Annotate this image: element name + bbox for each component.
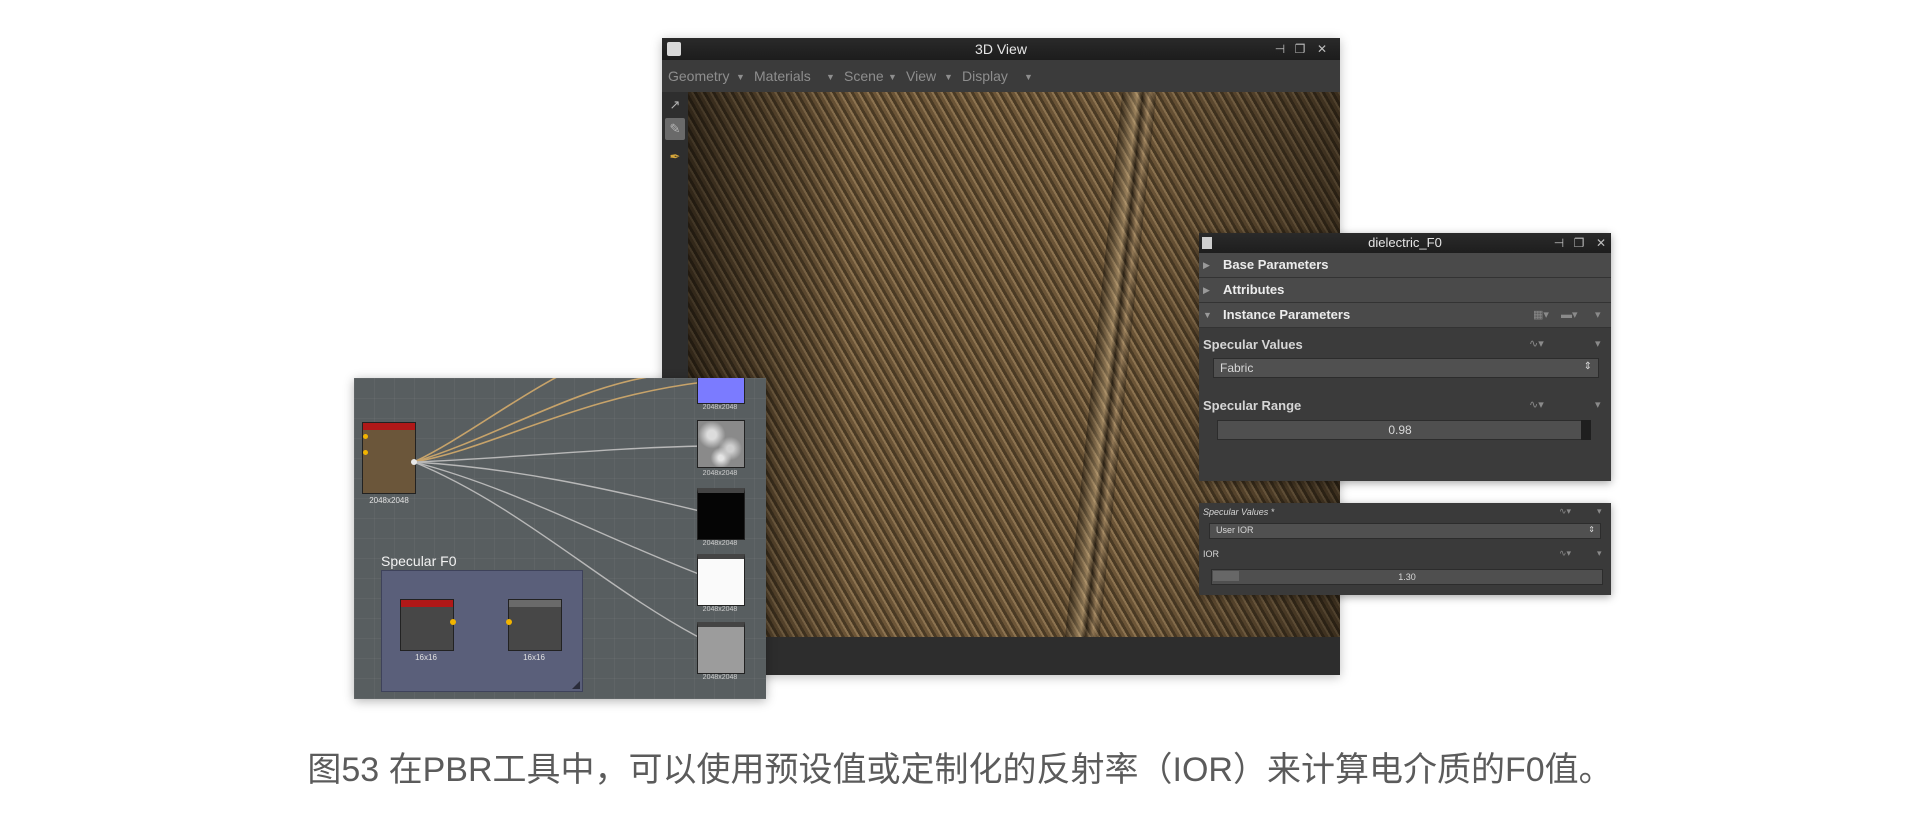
resize-handle[interactable] <box>572 681 580 689</box>
chevron-down-icon[interactable]: ▼ <box>944 61 953 93</box>
curve-icon[interactable]: ∿▾ <box>1529 337 1544 350</box>
fabric-material-node[interactable] <box>362 422 416 494</box>
section-label: Instance Parameters <box>1223 307 1351 322</box>
output-port[interactable] <box>411 459 417 465</box>
external-link-icon[interactable]: ↗ <box>665 94 685 116</box>
close-icon[interactable]: ✕ <box>1593 232 1609 254</box>
section-instance-parameters[interactable]: ▼ Instance Parameters ▦▾ ▬▾ ▾ <box>1199 303 1611 328</box>
dielectric-f0-panel: dielectric_F0 ⊣ ❐ ✕ ▶ Base Parameters ▶ … <box>1199 233 1611 481</box>
menu-scene[interactable]: Scene <box>844 60 884 92</box>
frame-title: Specular F0 <box>381 553 457 569</box>
specular-f0-frame[interactable]: 16x16 16x16 <box>381 570 583 692</box>
frame-node-caption: 16x16 <box>415 653 437 662</box>
3d-view-titlebar[interactable]: 3D View ⊣ ❐ ✕ <box>662 38 1340 60</box>
slider-value: 0.98 <box>1388 423 1412 437</box>
section-base-parameters[interactable]: ▶ Base Parameters <box>1199 253 1611 278</box>
specular-values-label: Specular Values <box>1203 337 1303 352</box>
noise-map-node[interactable] <box>697 420 745 468</box>
ior-slider-fill <box>1213 571 1239 581</box>
section-label: Base Parameters <box>1223 257 1329 272</box>
node-header <box>401 600 453 607</box>
restore-icon[interactable]: ❐ <box>1571 232 1587 254</box>
curve-icon[interactable]: ∿▾ <box>1559 506 1571 517</box>
section-label: Attributes <box>1223 282 1285 297</box>
dielectric-title: dielectric_F0 <box>1368 235 1442 250</box>
restore-icon[interactable]: ❐ <box>1292 38 1308 60</box>
specular-ior-panel: Specular Values * ∿▾ ▾ User IOR ⇕ IOR ∿▾… <box>1199 503 1611 595</box>
chevron-down-icon[interactable]: ▼ <box>736 61 745 93</box>
3d-view-statusbar <box>688 637 1340 675</box>
menu-display[interactable]: Display <box>962 60 1008 92</box>
updown-icon: ⇕ <box>1583 361 1592 372</box>
thumb-caption: 2048x2048 <box>702 674 738 681</box>
main-node-caption: 2048x2048 <box>369 496 409 505</box>
expanded-arrow-icon: ▼ <box>1203 310 1212 320</box>
specular-range-slider[interactable]: 0.98 <box>1217 420 1583 440</box>
fabric-seam <box>1061 92 1159 637</box>
picker-tool-icon[interactable]: ✒ <box>665 146 685 168</box>
black-map-node[interactable] <box>697 488 745 540</box>
normal-map-node[interactable] <box>697 378 745 404</box>
specular-range-label: Specular Range <box>1203 398 1302 413</box>
input-port[interactable] <box>506 619 512 625</box>
node-header <box>363 423 415 430</box>
frame-node-right[interactable] <box>508 599 562 651</box>
dielectric-titlebar[interactable]: dielectric_F0 ⊣ ❐ ✕ <box>1199 233 1611 253</box>
collapsed-arrow-icon: ▶ <box>1203 260 1210 270</box>
thumb-caption: 2048x2048 <box>702 606 738 613</box>
chevron-down-icon[interactable]: ▾ <box>1595 398 1601 411</box>
specular-values-dropdown[interactable]: Fabric ⇕ <box>1213 358 1599 378</box>
updown-icon: ⇕ <box>1588 525 1595 534</box>
figure-caption: 图53 在PBR工具中，可以使用预设值或定制化的反射率（IOR）来计算电介质的F… <box>307 751 1613 789</box>
frame-node-caption: 16x16 <box>523 653 545 662</box>
chevron-down-icon[interactable]: ▾ <box>1595 308 1601 321</box>
paint-tool-icon[interactable]: ✎ <box>665 118 685 140</box>
ior-slider[interactable]: 1.30 <box>1211 569 1603 585</box>
menu-geometry[interactable]: Geometry <box>668 60 729 92</box>
dropdown-value: User IOR <box>1216 525 1254 535</box>
folder-icon[interactable]: ▬▾ <box>1561 308 1578 321</box>
curve-icon[interactable]: ∿▾ <box>1529 398 1544 411</box>
chevron-down-icon[interactable]: ▼ <box>826 61 835 93</box>
ior-mode-dropdown[interactable]: User IOR ⇕ <box>1209 523 1601 539</box>
3d-view-title: 3D View <box>975 41 1027 57</box>
output-port[interactable] <box>450 619 456 625</box>
input-port[interactable] <box>363 450 368 455</box>
slider-handle[interactable] <box>1581 420 1591 440</box>
thumb-caption: 2048x2048 <box>702 470 738 477</box>
node-header <box>509 600 561 607</box>
preset-icon[interactable]: ▦▾ <box>1533 308 1549 321</box>
curve-icon[interactable]: ∿▾ <box>1559 548 1571 559</box>
input-port[interactable] <box>363 434 368 439</box>
collapsed-arrow-icon: ▶ <box>1203 285 1210 295</box>
menu-materials[interactable]: Materials <box>754 60 811 92</box>
chevron-down-icon[interactable]: ▼ <box>1024 61 1033 93</box>
dropdown-value: Fabric <box>1220 361 1254 375</box>
menu-view[interactable]: View <box>906 60 936 92</box>
white-map-node[interactable] <box>697 554 745 606</box>
close-icon[interactable]: ✕ <box>1314 38 1330 60</box>
pin-icon[interactable]: ⊣ <box>1551 232 1567 254</box>
node-graph[interactable]: 2048x2048 2048x2048 2048x2048 2048x2048 … <box>354 378 766 699</box>
slider-value: 1.30 <box>1398 572 1416 582</box>
chevron-down-icon[interactable]: ▾ <box>1597 548 1602 559</box>
gray-map-node[interactable] <box>697 622 745 674</box>
thumb-caption: 2048x2048 <box>702 404 738 411</box>
specular-values-label: Specular Values * <box>1203 507 1275 517</box>
pin-icon[interactable]: ⊣ <box>1272 38 1288 60</box>
chevron-down-icon[interactable]: ▼ <box>888 61 897 93</box>
chevron-down-icon[interactable]: ▾ <box>1595 337 1601 350</box>
3d-view-menubar: Geometry ▼ Materials ▼ Scene ▼ View ▼ Di… <box>662 60 1340 92</box>
ior-label: IOR <box>1203 549 1220 559</box>
thumb-caption: 2048x2048 <box>702 540 738 547</box>
section-attributes[interactable]: ▶ Attributes <box>1199 278 1611 303</box>
chevron-down-icon[interactable]: ▾ <box>1597 506 1602 517</box>
frame-node-left[interactable] <box>400 599 454 651</box>
